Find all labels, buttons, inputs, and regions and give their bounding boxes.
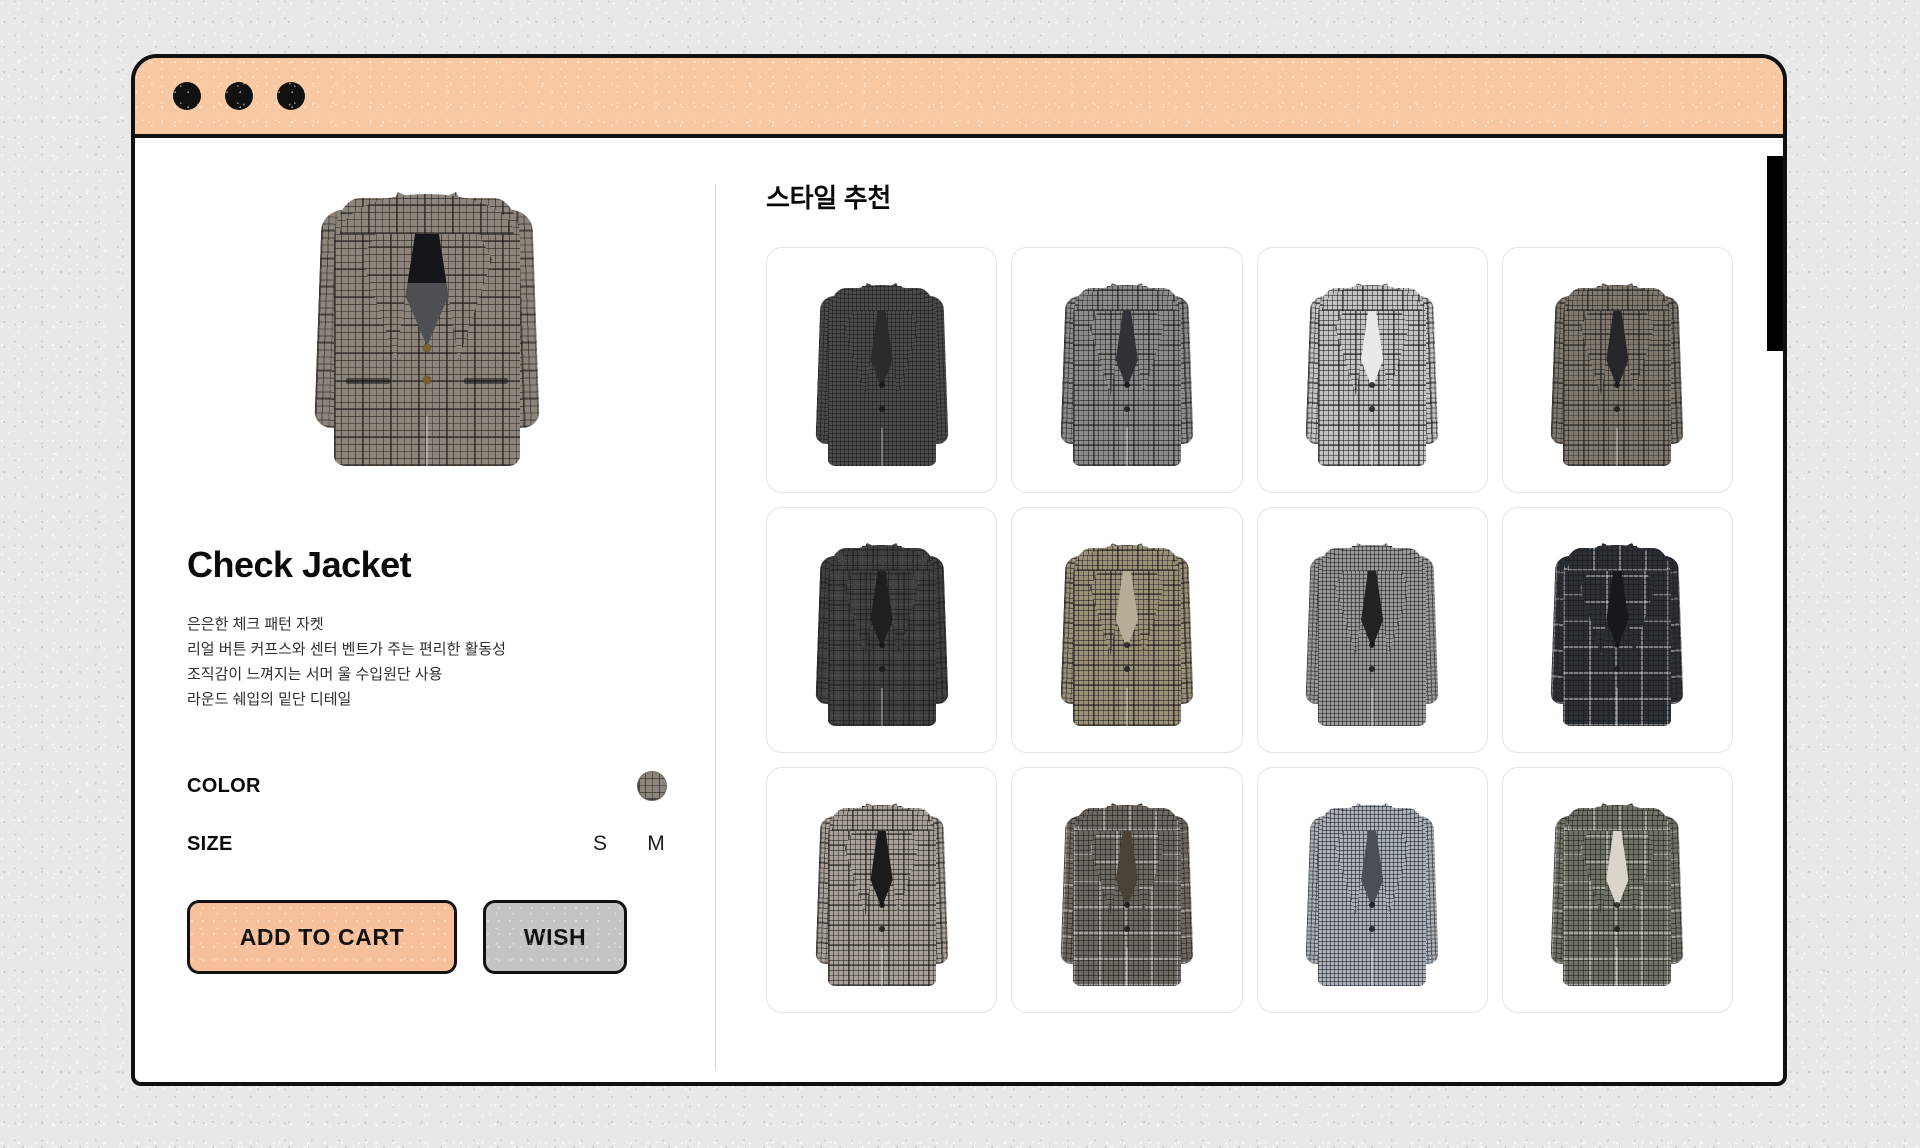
- dark-charcoal-plaid-jacket: [815, 530, 949, 730]
- recommendation-card[interactable]: [1501, 767, 1733, 1013]
- navy-black-windowpane-jacket: [1550, 530, 1684, 730]
- wish-button[interactable]: WISH: [483, 900, 627, 974]
- light-grey-check-jacket: [1305, 270, 1439, 470]
- product-description: 은은한 체크 패턴 자켓 리얼 버튼 커프스와 센터 벤트가 주는 편리한 활동…: [187, 612, 667, 712]
- color-label: COLOR: [187, 774, 261, 797]
- product-detail-panel: Check Jacket 은은한 체크 패턴 자켓 리얼 버튼 커프스와 센터 …: [135, 138, 715, 1078]
- close-dot[interactable]: [173, 82, 201, 110]
- jacket-center-vent: [1371, 948, 1374, 986]
- jacket-button-bottom: [1123, 406, 1130, 412]
- grey-brown-plaid-jacket: [1060, 790, 1194, 990]
- recommendations-grid: [766, 247, 1733, 1013]
- charcoal-micro-check-jacket: [815, 270, 949, 470]
- jacket-center-vent: [1125, 688, 1128, 726]
- jacket-center-vent: [1125, 428, 1128, 466]
- recommendation-card[interactable]: [1256, 247, 1488, 493]
- color-swatch-check-grey[interactable]: [637, 771, 667, 801]
- description-line-3: 조직감이 느껴지는 서머 울 수입원단 사용: [187, 666, 443, 683]
- recommendations-panel: 스타일 추천: [716, 138, 1783, 1078]
- window-controls: [173, 82, 305, 110]
- pale-blue-grey-check-jacket: [1305, 790, 1439, 990]
- recommendation-card[interactable]: [1501, 247, 1733, 493]
- description-line-2: 리얼 버튼 커프스와 센터 벤트가 주는 편리한 활동성: [187, 641, 506, 658]
- jacket-center-vent: [1371, 688, 1374, 726]
- recommendation-card[interactable]: [1011, 247, 1243, 493]
- jacket-button-bottom: [878, 666, 885, 672]
- size-option-m[interactable]: M: [645, 832, 667, 856]
- brown-grey-glen-check-jacket: [1550, 270, 1684, 470]
- size-option-row: SIZE S M: [187, 822, 667, 866]
- product-jacket-illustration: [314, 172, 540, 472]
- jacket-center-vent: [1616, 428, 1619, 466]
- jacket-button-top: [878, 382, 885, 388]
- minimize-dot[interactable]: [225, 82, 253, 110]
- recommendation-card[interactable]: [1256, 767, 1488, 1013]
- browser-window: Check Jacket 은은한 체크 패턴 자켓 리얼 버튼 커프스와 센터 …: [131, 54, 1787, 1086]
- jacket-button-top: [878, 642, 885, 648]
- description-line-4: 라운드 쉐입의 밑단 디테일: [187, 691, 352, 708]
- recommendation-card[interactable]: [1256, 507, 1488, 753]
- color-option-row: COLOR: [187, 764, 667, 808]
- jacket-center-vent: [880, 688, 883, 726]
- jacket-center-vent: [426, 416, 428, 466]
- jacket-center-vent: [880, 948, 883, 986]
- jacket-pocket-right: [464, 378, 508, 384]
- jacket-center-vent: [1371, 428, 1374, 466]
- jacket-center-vent: [1125, 948, 1128, 986]
- window-title-bar: [135, 58, 1783, 138]
- size-option-list: S M: [589, 832, 667, 856]
- scrollbar-track[interactable]: [1767, 138, 1783, 1078]
- taupe-beige-check-jacket: [1060, 530, 1194, 730]
- jacket-center-vent: [880, 428, 883, 466]
- recommendation-card[interactable]: [766, 507, 998, 753]
- maximize-dot[interactable]: [277, 82, 305, 110]
- page-title: Check Jacket: [187, 544, 412, 585]
- jacket-button-bottom: [1123, 926, 1130, 932]
- add-to-cart-button[interactable]: ADD TO CART: [187, 900, 457, 974]
- color-swatch-list: [637, 771, 667, 801]
- window-content: Check Jacket 은은한 체크 패턴 자켓 리얼 버튼 커프스와 센터 …: [135, 138, 1783, 1078]
- light-beige-glen-check-jacket: [815, 790, 949, 990]
- olive-windowpane-jacket: [1550, 790, 1684, 990]
- jacket-button-top: [423, 344, 431, 352]
- product-image[interactable]: [187, 172, 667, 502]
- recommendation-card[interactable]: [1011, 767, 1243, 1013]
- product-actions: ADD TO CART WISH: [187, 900, 667, 974]
- jacket-button-bottom: [878, 406, 885, 412]
- jacket-button-top: [1123, 642, 1130, 648]
- jacket-button-top: [1123, 382, 1130, 388]
- jacket-button-top: [1123, 902, 1130, 908]
- recommendations-title: 스타일 추천: [766, 183, 892, 213]
- recommendation-card[interactable]: [766, 767, 998, 1013]
- mid-grey-check-jacket: [1305, 530, 1439, 730]
- recommendation-card[interactable]: [766, 247, 998, 493]
- grey-glen-plaid-jacket: [1060, 270, 1194, 470]
- jacket-button-top: [878, 902, 885, 908]
- jacket-button-bottom: [423, 376, 431, 384]
- jacket-center-vent: [1616, 688, 1619, 726]
- recommendation-card[interactable]: [1501, 507, 1733, 753]
- jacket-button-bottom: [878, 926, 885, 932]
- size-label: SIZE: [187, 832, 233, 855]
- scrollbar-thumb[interactable]: [1767, 156, 1783, 351]
- jacket-center-vent: [1616, 948, 1619, 986]
- jacket-pocket-left: [346, 378, 390, 384]
- size-option-s[interactable]: S: [589, 832, 611, 856]
- recommendation-card[interactable]: [1011, 507, 1243, 753]
- jacket-button-bottom: [1123, 666, 1130, 672]
- description-line-1: 은은한 체크 패턴 자켓: [187, 616, 324, 633]
